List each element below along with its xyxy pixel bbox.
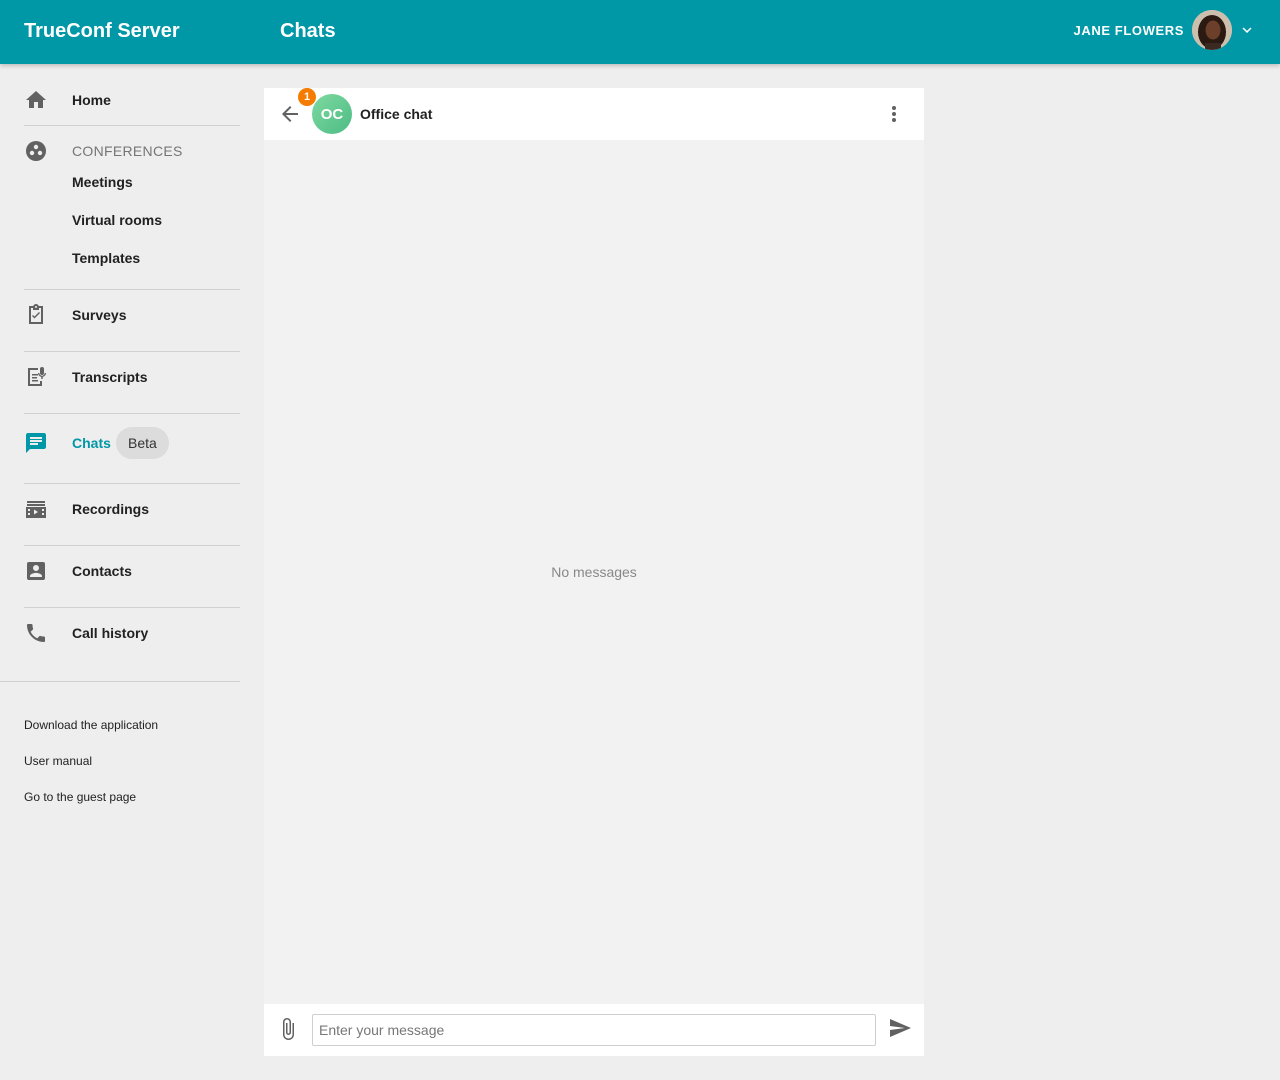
sidebar-item-templates[interactable]: Templates	[72, 250, 140, 266]
chat-header: 1 OC Office chat	[264, 88, 924, 140]
contact-card-icon	[24, 559, 48, 583]
divider	[24, 125, 240, 126]
chevron-down-icon[interactable]	[1238, 21, 1256, 39]
message-composer	[264, 1004, 924, 1056]
paperclip-icon[interactable]	[276, 1017, 300, 1041]
sidebar-item-virtual-rooms[interactable]: Virtual rooms	[72, 212, 162, 228]
avatar[interactable]	[1192, 10, 1232, 50]
chat-icon	[24, 431, 48, 455]
sidebar-item-label: Surveys	[72, 307, 127, 323]
divider	[24, 351, 240, 352]
beta-badge: Beta	[116, 427, 169, 459]
sidebar-item-label: Home	[72, 92, 111, 108]
divider	[24, 413, 240, 414]
phone-icon	[24, 621, 48, 645]
transcript-icon	[24, 365, 48, 389]
message-input[interactable]	[312, 1014, 876, 1046]
divider	[24, 545, 240, 546]
clipboard-check-icon	[24, 303, 48, 327]
chat-name: Office chat	[360, 106, 433, 122]
recordings-icon	[24, 497, 48, 521]
guest-page-link[interactable]: Go to the guest page	[24, 790, 136, 804]
arrow-back-icon[interactable]	[278, 102, 302, 126]
more-vert-icon[interactable]	[882, 102, 906, 126]
conferences-section-title: CONFERENCES	[72, 143, 183, 159]
empty-state-text: No messages	[551, 564, 637, 580]
sidebar-item-meetings[interactable]: Meetings	[72, 174, 133, 190]
top-app-bar: TrueConf Server Chats JANE FLOWERS	[0, 0, 1280, 64]
sidebar-item-label: Recordings	[72, 501, 150, 517]
sidebar-item-surveys[interactable]: Surveys	[24, 297, 240, 333]
group-icon	[24, 139, 48, 163]
sidebar-item-label: Call history	[72, 625, 149, 641]
sidebar-item-chats[interactable]: Chats Beta	[24, 425, 240, 461]
divider	[24, 289, 240, 290]
sidebar-item-call-history[interactable]: Call history	[24, 615, 240, 651]
sidebar-item-recordings[interactable]: Recordings	[24, 491, 240, 527]
chat-panel: 1 OC Office chat No messages	[264, 88, 924, 1056]
divider	[24, 607, 240, 608]
sidebar: Home CONFERENCES Meetings Virtual rooms …	[0, 64, 240, 1080]
app-title[interactable]: TrueConf Server	[24, 20, 180, 43]
download-app-link[interactable]: Download the application	[24, 718, 158, 732]
user-manual-link[interactable]: User manual	[24, 754, 92, 768]
sidebar-item-label: Transcripts	[72, 369, 148, 385]
send-icon[interactable]	[888, 1016, 912, 1040]
home-icon	[24, 88, 48, 112]
sidebar-item-transcripts[interactable]: Transcripts	[24, 359, 240, 395]
sidebar-item-label: Contacts	[72, 563, 132, 579]
sidebar-item-home[interactable]: Home	[24, 82, 240, 118]
page-title: Chats	[280, 20, 336, 42]
divider	[0, 681, 240, 682]
sidebar-item-label: Chats	[72, 435, 111, 451]
divider	[24, 483, 240, 484]
sidebar-item-contacts[interactable]: Contacts	[24, 553, 240, 589]
user-name[interactable]: JANE FLOWERS	[1074, 23, 1184, 38]
unread-badge: 1	[298, 88, 316, 106]
user-menu[interactable]: JANE FLOWERS	[1074, 10, 1256, 50]
chat-avatar: OC	[312, 94, 352, 134]
